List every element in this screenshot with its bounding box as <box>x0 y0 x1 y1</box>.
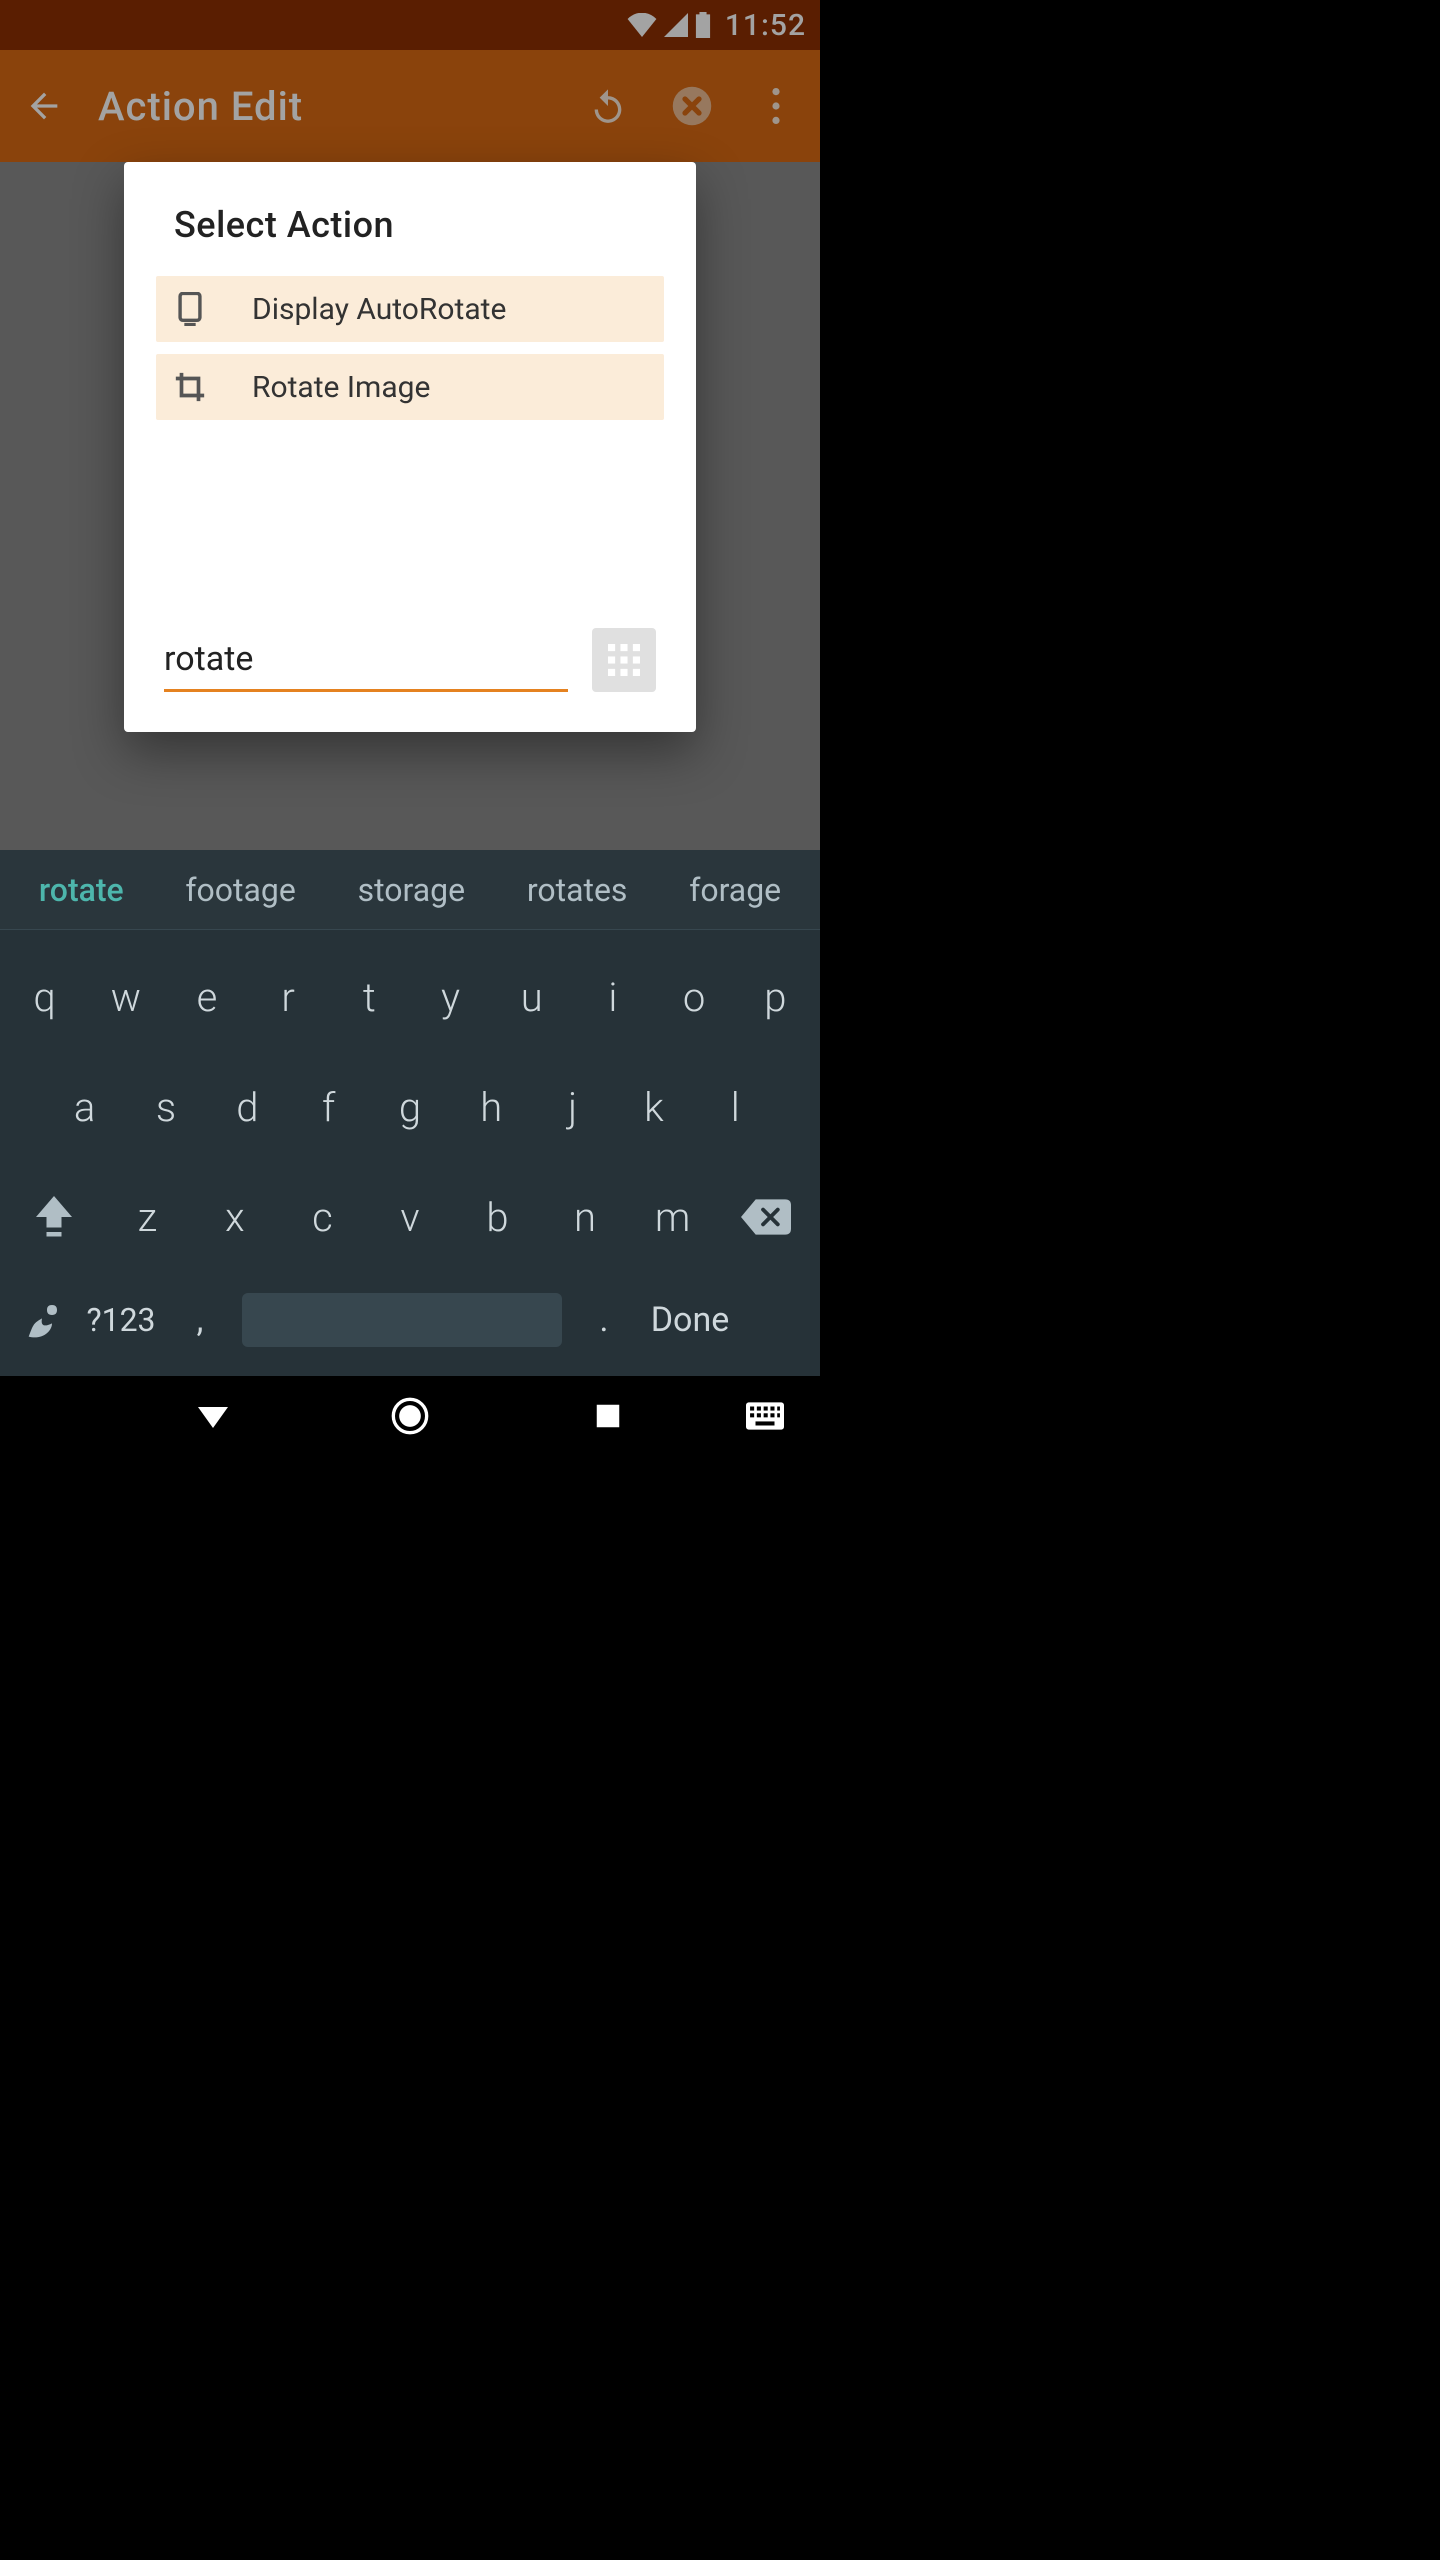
key-u[interactable]: u <box>497 974 567 1021</box>
nav-ime-button[interactable] <box>740 1391 790 1441</box>
key-l[interactable]: l <box>700 1084 770 1131</box>
key-j[interactable]: j <box>538 1084 608 1131</box>
key-o[interactable]: o <box>659 974 729 1021</box>
comma-key[interactable]: , <box>172 1300 228 1340</box>
search-field-wrapper <box>164 633 568 692</box>
key-g[interactable]: g <box>375 1084 445 1131</box>
grid-view-button[interactable] <box>592 628 656 692</box>
suggestion[interactable]: footage <box>185 871 295 909</box>
backspace-key[interactable] <box>725 1199 807 1235</box>
key-k[interactable]: k <box>619 1084 689 1131</box>
suggestion-bar: rotate footage storage rotates forage <box>0 850 820 930</box>
key-v[interactable]: v <box>375 1194 445 1241</box>
key-t[interactable]: t <box>334 974 404 1021</box>
key-h[interactable]: h <box>456 1084 526 1131</box>
period-key[interactable]: . <box>576 1300 632 1340</box>
key-f[interactable]: f <box>294 1084 364 1131</box>
phone-icon <box>172 291 208 327</box>
shift-key[interactable] <box>13 1196 95 1238</box>
navigation-bar <box>0 1376 820 1456</box>
key-s[interactable]: s <box>131 1084 201 1131</box>
key-b[interactable]: b <box>463 1194 533 1241</box>
key-n[interactable]: n <box>550 1194 620 1241</box>
key-e[interactable]: e <box>172 974 242 1021</box>
dialog-title: Select Action <box>124 162 696 276</box>
key-m[interactable]: m <box>638 1194 708 1241</box>
space-key[interactable] <box>242 1293 562 1347</box>
key-p[interactable]: p <box>740 974 810 1021</box>
nav-home-button[interactable] <box>385 1391 435 1441</box>
action-display-autorotate[interactable]: Display AutoRotate <box>156 276 664 342</box>
key-z[interactable]: z <box>112 1194 182 1241</box>
suggestion[interactable]: rotates <box>527 871 628 909</box>
key-w[interactable]: w <box>91 974 161 1021</box>
nav-recents-button[interactable] <box>583 1391 633 1441</box>
key-i[interactable]: i <box>578 974 648 1021</box>
action-rotate-image[interactable]: Rotate Image <box>156 354 664 420</box>
search-input[interactable] <box>164 633 568 692</box>
key-row-2: a s d f g h j k l <box>4 1052 816 1162</box>
key-row-1: q w e r t y u i o p <box>4 942 816 1052</box>
crop-icon <box>172 369 208 405</box>
select-action-dialog: Select Action Display AutoRotate Rotate … <box>124 162 696 732</box>
key-row-bottom: ?123 , . Done <box>4 1272 816 1368</box>
key-d[interactable]: d <box>212 1084 282 1131</box>
done-key[interactable]: Done <box>638 1300 742 1340</box>
action-label: Rotate Image <box>252 370 430 405</box>
action-label: Display AutoRotate <box>252 292 506 327</box>
key-c[interactable]: c <box>287 1194 357 1241</box>
suggestion[interactable]: rotate <box>39 871 124 909</box>
key-a[interactable]: a <box>50 1084 120 1131</box>
key-row-3: z x c v b n m <box>4 1162 816 1272</box>
suggestion[interactable]: forage <box>689 871 781 909</box>
input-switch-key[interactable] <box>14 1300 70 1340</box>
symbols-key[interactable]: ?123 <box>76 1301 166 1339</box>
soft-keyboard: rotate footage storage rotates forage q … <box>0 850 820 1376</box>
key-r[interactable]: r <box>253 974 323 1021</box>
key-x[interactable]: x <box>200 1194 270 1241</box>
action-list: Display AutoRotate Rotate Image <box>124 276 696 628</box>
key-q[interactable]: q <box>10 974 80 1021</box>
suggestion[interactable]: storage <box>358 871 465 909</box>
nav-back-button[interactable] <box>188 1391 238 1441</box>
key-y[interactable]: y <box>416 974 486 1021</box>
